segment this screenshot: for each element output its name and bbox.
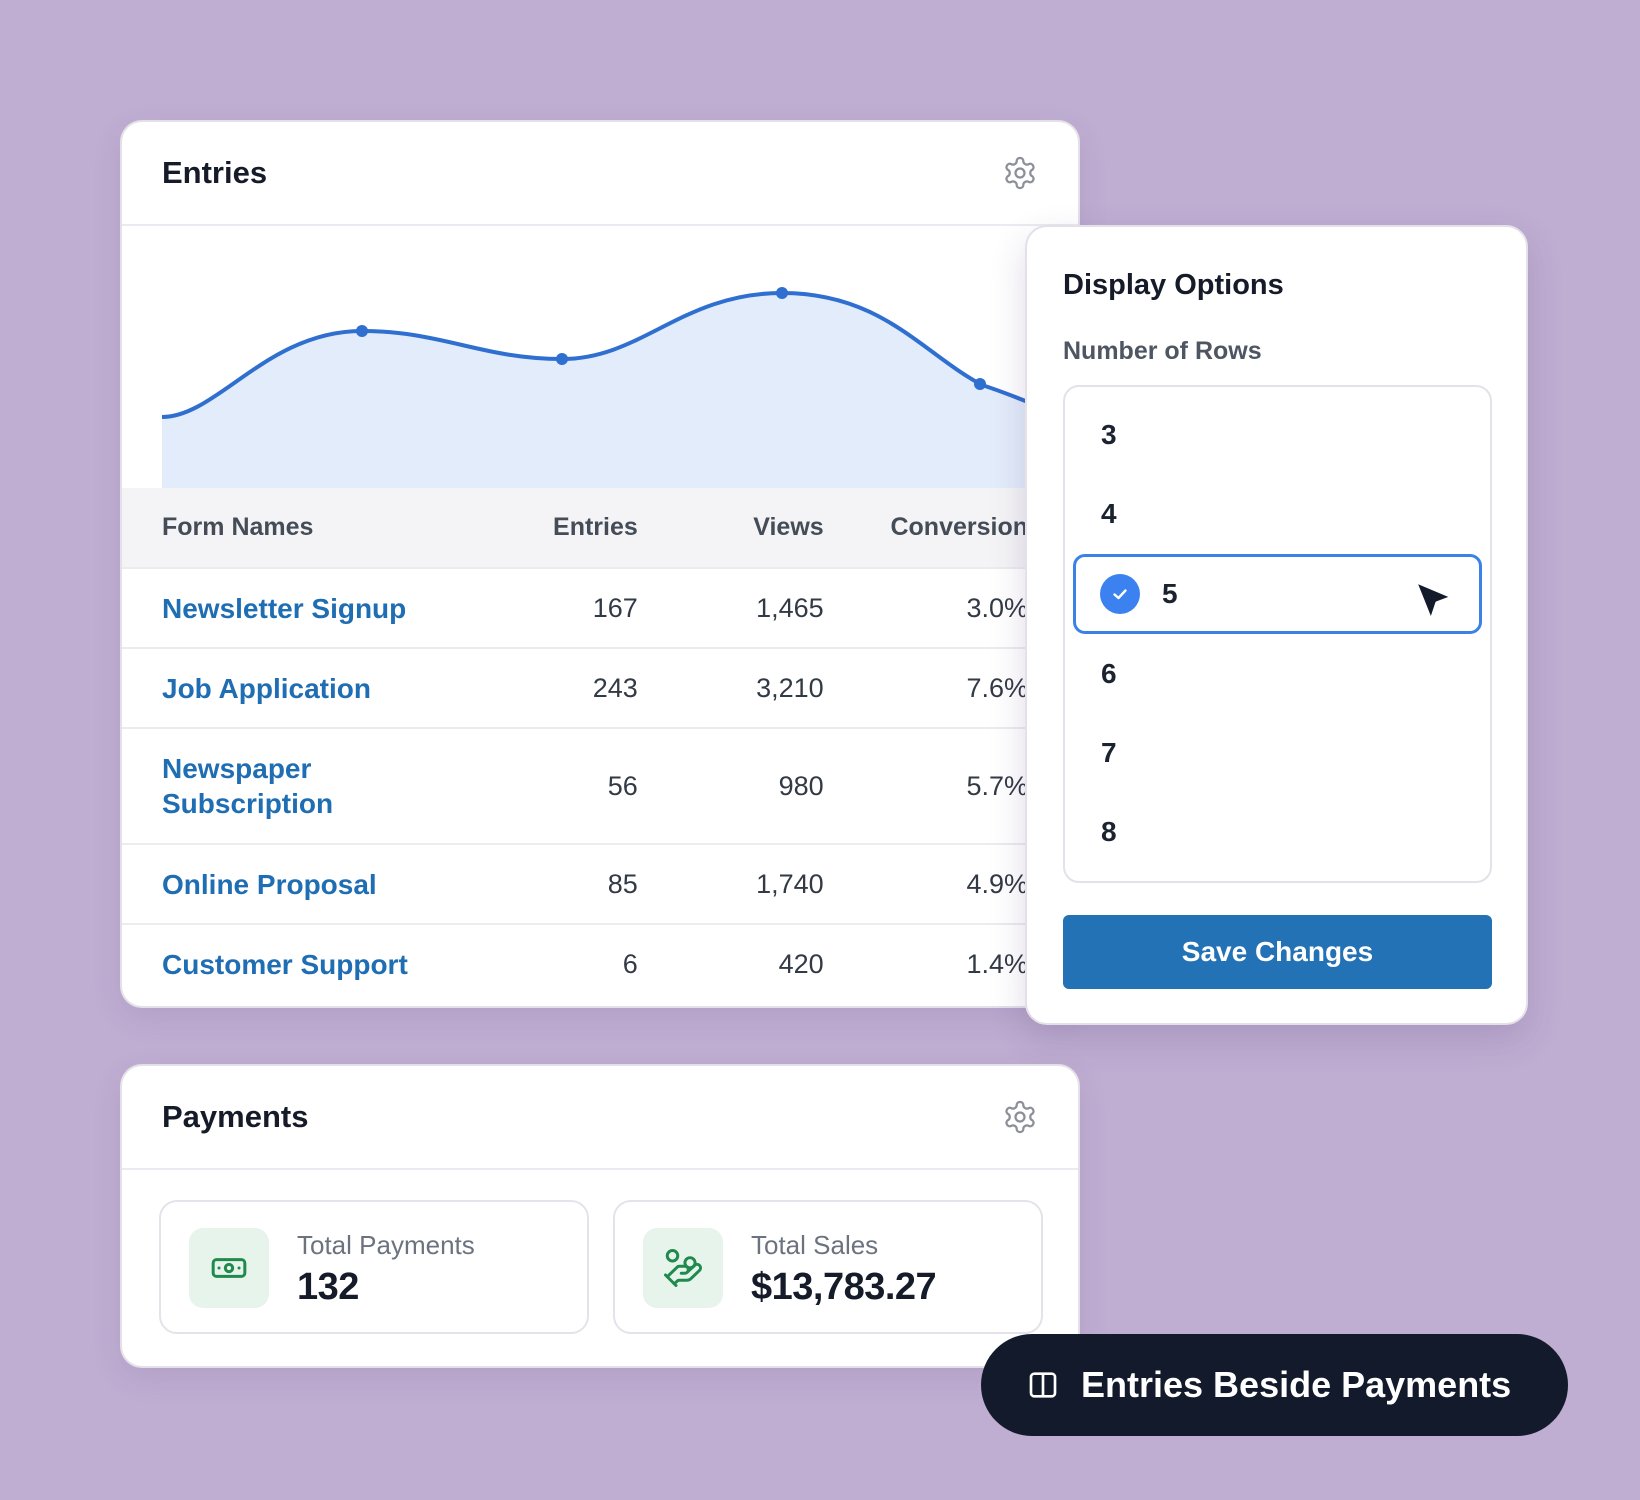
gear-icon[interactable] xyxy=(1002,1099,1038,1135)
display-options-title: Display Options xyxy=(1063,269,1284,301)
row-option-label: 3 xyxy=(1101,419,1117,450)
layout-toggle-pill[interactable]: Entries Beside Payments xyxy=(981,1334,1568,1436)
checkmark-icon xyxy=(1100,574,1140,614)
entries-value: 85 xyxy=(494,843,638,924)
conversion-value: 4.9% xyxy=(823,843,1028,924)
total-payments-stat: Total Payments 132 xyxy=(159,1200,589,1334)
stat-label: Total Payments xyxy=(297,1230,475,1260)
table-row: Online Proposal 85 1,740 4.9% xyxy=(122,843,1028,924)
row-option-label: 4 xyxy=(1101,498,1117,529)
views-value: 3,210 xyxy=(637,647,824,728)
entries-area-chart xyxy=(122,228,1078,488)
chart-point[interactable] xyxy=(556,353,568,365)
entries-value: 6 xyxy=(494,923,638,1004)
form-name-link[interactable]: Newsletter Signup xyxy=(122,567,495,648)
chart-point[interactable] xyxy=(356,325,368,337)
row-option-7[interactable]: 7 xyxy=(1073,713,1482,793)
views-value: 420 xyxy=(637,923,824,1004)
table-header-row: Form Names Entries Views Conversion xyxy=(122,488,1028,568)
table-row: Newsletter Signup 167 1,465 3.0% xyxy=(122,567,1028,648)
views-value: 1,740 xyxy=(637,843,824,924)
gear-icon[interactable] xyxy=(1002,155,1038,191)
entries-title: Entries xyxy=(162,155,268,190)
chart-area-fill xyxy=(162,293,1078,488)
views-value: 980 xyxy=(637,727,824,844)
views-value: 1,465 xyxy=(637,567,824,648)
form-name-link[interactable]: Online Proposal xyxy=(122,843,495,924)
conversion-value: 1.4% xyxy=(823,923,1028,1004)
entries-table: Form Names Entries Views Conversion News… xyxy=(122,488,1028,1004)
chart-point[interactable] xyxy=(974,378,986,390)
layout-pill-label: Entries Beside Payments xyxy=(1081,1364,1512,1405)
entries-card: Entries Form Names Entries Views Convers… xyxy=(120,120,1080,1008)
rows-option-list: 3 4 5 6 7 8 xyxy=(1063,385,1492,883)
row-option-3[interactable]: 3 xyxy=(1073,395,1482,475)
columns-icon xyxy=(1029,1372,1057,1398)
entries-value: 167 xyxy=(494,567,638,648)
table-row: Job Application 243 3,210 7.6% xyxy=(122,647,1028,728)
form-name-link[interactable]: Newspaper Subscription xyxy=(122,727,495,844)
cursor-icon xyxy=(1413,579,1455,623)
row-option-6[interactable]: 6 xyxy=(1073,634,1482,714)
hand-coins-icon xyxy=(643,1228,723,1308)
total-sales-stat: Total Sales $13,783.27 xyxy=(613,1200,1043,1334)
row-option-label: 5 xyxy=(1162,578,1178,609)
header-form-names[interactable]: Form Names xyxy=(122,488,495,568)
entries-card-header: Entries xyxy=(122,122,1078,226)
header-conversion[interactable]: Conversion xyxy=(824,488,1028,568)
banknote-icon xyxy=(189,1228,269,1308)
form-name-link[interactable]: Job Application xyxy=(122,647,495,728)
table-row: Customer Support 6 420 1.4% xyxy=(122,923,1028,1004)
stat-value: 132 xyxy=(297,1266,359,1308)
row-option-5-selected[interactable]: 5 xyxy=(1073,554,1482,634)
form-name-link[interactable]: Customer Support xyxy=(122,923,495,1004)
payments-card: Payments Total Payments 132 Total Sales … xyxy=(120,1064,1080,1368)
payments-title: Payments xyxy=(162,1099,309,1134)
stat-value: $13,783.27 xyxy=(751,1266,937,1308)
conversion-value: 3.0% xyxy=(823,567,1028,648)
entries-value: 243 xyxy=(494,647,638,728)
row-option-label: 7 xyxy=(1101,737,1117,768)
payments-card-header: Payments xyxy=(122,1066,1078,1170)
header-entries[interactable]: Entries xyxy=(495,488,638,568)
display-options-panel: Display Options Number of Rows 3 4 5 6 7… xyxy=(1025,225,1528,1025)
row-option-4[interactable]: 4 xyxy=(1073,474,1482,554)
row-option-label: 6 xyxy=(1101,658,1117,689)
number-of-rows-label: Number of Rows xyxy=(1063,337,1262,365)
conversion-value: 5.7% xyxy=(823,727,1028,844)
table-row: Newspaper Subscription 56 980 5.7% xyxy=(122,727,1028,844)
save-changes-button[interactable]: Save Changes xyxy=(1063,915,1492,989)
entries-value: 56 xyxy=(494,727,638,844)
row-option-8[interactable]: 8 xyxy=(1073,792,1482,872)
conversion-value: 7.6% xyxy=(823,647,1028,728)
header-views[interactable]: Views xyxy=(638,488,823,568)
row-option-label: 8 xyxy=(1101,816,1117,847)
stat-label: Total Sales xyxy=(751,1230,879,1260)
chart-point[interactable] xyxy=(776,287,788,299)
